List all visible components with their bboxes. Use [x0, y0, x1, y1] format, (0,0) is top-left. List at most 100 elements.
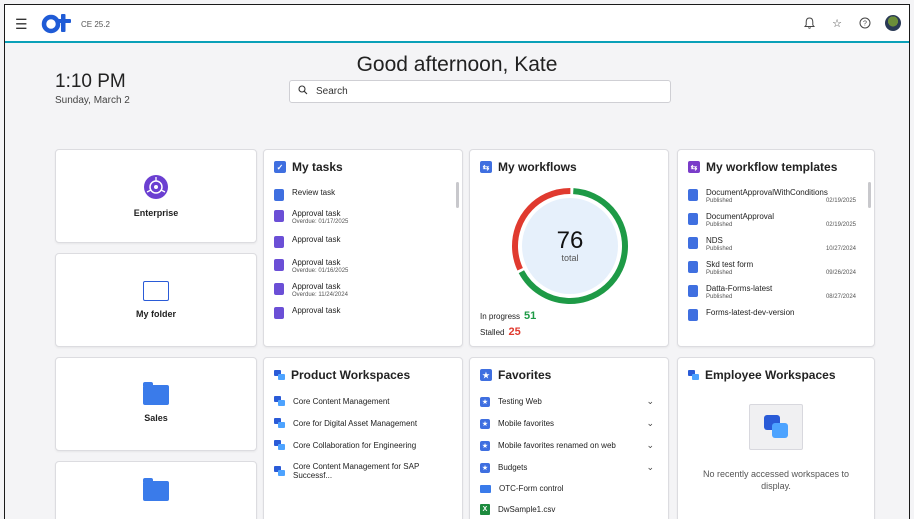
my-folder-tile[interactable]: My folder	[55, 253, 257, 347]
task-item[interactable]: Approval task	[274, 306, 448, 319]
template-name: DocumentApproval	[706, 212, 775, 221]
sales-tile[interactable]: Sales	[55, 357, 257, 451]
scrollbar[interactable]	[456, 182, 459, 208]
workflow-template-icon	[688, 213, 698, 225]
task-item[interactable]: Approval task Overdue: 01/17/2025	[274, 209, 448, 225]
folder-tile[interactable]	[55, 461, 257, 519]
task-item[interactable]: Approval task Overdue: 01/16/2025	[274, 258, 448, 274]
scrollbar[interactable]	[868, 182, 871, 208]
task-item[interactable]: Approval task	[274, 235, 448, 248]
task-name: Approval task	[292, 209, 341, 218]
top-icons: ☆ ?	[801, 15, 901, 31]
search-box[interactable]	[289, 80, 671, 103]
my-tasks-card: ✓ My tasks Review task Approval task Over…	[263, 149, 463, 347]
chevron-down-icon[interactable]: ⌄	[646, 418, 654, 429]
workflow-template-icon	[688, 189, 698, 201]
template-name: DocumentApprovalWithConditions	[706, 188, 828, 197]
enterprise-tile[interactable]: Enterprise	[55, 149, 257, 243]
task-due: Overdue: 11/24/2024	[292, 292, 348, 298]
folder-icon	[143, 478, 169, 501]
template-item[interactable]: Datta-Forms-latest Published 08/27/2024	[688, 284, 860, 300]
workspace-name: Core Collaboration for Engineering	[293, 440, 417, 450]
task-icon	[274, 210, 284, 222]
template-item[interactable]: Forms-latest-dev-version	[688, 308, 860, 321]
my-workflows-title-text: My workflows	[498, 160, 577, 174]
folder-icon	[480, 484, 491, 493]
employee-workspaces-title: Employee Workspaces	[688, 368, 836, 382]
workspace-name: Core Content Management for SAP Successf…	[293, 462, 420, 480]
task-icon	[274, 283, 284, 295]
task-name: Review task	[292, 188, 336, 197]
favorite-item[interactable]: ★ Budgets ⌄	[480, 462, 654, 473]
employee-workspaces-title-text: Employee Workspaces	[705, 368, 836, 382]
sales-label: Sales	[144, 413, 168, 423]
task-item[interactable]: Review task	[274, 188, 448, 201]
task-icon	[274, 259, 284, 271]
opentext-logo[interactable]	[41, 11, 75, 35]
favorite-name: DwSample1.csv	[498, 505, 556, 514]
template-name: Skd test form	[706, 260, 754, 269]
favorite-item[interactable]: ★ Mobile favorites ⌄	[480, 418, 654, 429]
my-workflows-card: ⇆ My workflows 76 total In progress 51 S…	[469, 149, 669, 347]
enterprise-label: Enterprise	[133, 208, 179, 218]
folder-icon	[143, 382, 169, 405]
favorite-item[interactable]: X DwSample1.csv	[480, 504, 654, 515]
favorite-item[interactable]: ★ Mobile favorites renamed on web ⌄	[480, 440, 654, 451]
favorites-title: ★ Favorites	[480, 368, 551, 382]
donut-center: 76 total	[510, 186, 630, 306]
template-item[interactable]: Skd test form Published 09/26/2024	[688, 260, 860, 276]
workflow-templates-card: ⇆ My workflow templates DocumentApproval…	[677, 149, 875, 347]
help-icon[interactable]: ?	[857, 15, 873, 31]
favorites-card: ★ Favorites ★ Testing Web ⌄ ★ Mobile favor…	[469, 357, 669, 519]
empty-state: No recently accessed workspaces to displ…	[678, 404, 874, 492]
my-workflows-title: ⇆ My workflows	[480, 160, 577, 174]
template-item[interactable]: NDS Published 10/27/2024	[688, 236, 860, 252]
template-item[interactable]: DocumentApproval Published 02/19/2025	[688, 212, 860, 228]
template-status: Published	[706, 198, 733, 204]
task-item[interactable]: Approval task Overdue: 11/24/2024	[274, 282, 448, 298]
in-progress-label: In progress	[480, 312, 521, 321]
bell-icon[interactable]	[801, 15, 817, 31]
menu-icon[interactable]: ☰	[15, 17, 28, 31]
template-date: 02/19/2025	[825, 198, 856, 204]
tasks-icon: ✓	[274, 161, 286, 173]
my-tasks-title: ✓ My tasks	[274, 160, 343, 174]
workspace-icon	[688, 370, 699, 380]
task-due: Overdue: 01/17/2025	[292, 219, 349, 225]
chevron-down-icon[interactable]: ⌄	[646, 440, 654, 451]
workspace-icon	[274, 440, 285, 450]
avatar[interactable]	[885, 15, 901, 31]
workflow-donut-chart[interactable]: 76 total	[510, 186, 630, 306]
stalled-stat[interactable]: Stalled 25	[480, 326, 521, 338]
favorite-name: OTC-Form control	[499, 484, 564, 493]
app-window: ☰ CE 25.2 ☆ ? Good afternoon, Kate 1:10 …	[4, 4, 910, 519]
in-progress-value: 51	[524, 310, 537, 322]
workspace-item[interactable]: Core Content Management	[274, 396, 448, 406]
workflow-template-icon	[688, 261, 698, 273]
star-folder-icon: ★	[480, 396, 490, 407]
search-input[interactable]	[316, 86, 646, 97]
in-progress-stat[interactable]: In progress 51	[480, 310, 536, 322]
favorite-item[interactable]: OTC-Form control	[480, 484, 654, 493]
favorites-title-text: Favorites	[498, 368, 552, 382]
star-icon[interactable]: ☆	[829, 15, 845, 31]
product-workspace-list: Core Content Management Core for Digital…	[274, 396, 448, 492]
favorite-item[interactable]: ★ Testing Web ⌄	[480, 396, 654, 407]
star-folder-icon: ★	[480, 462, 490, 473]
workflow-total: 76	[556, 227, 584, 254]
task-icon	[274, 189, 284, 201]
template-status: Published	[706, 294, 733, 300]
search-icon	[298, 85, 308, 98]
task-list: Review task Approval task Overdue: 01/17/…	[274, 188, 448, 327]
workspace-item[interactable]: Core Collaboration for Engineering	[274, 440, 448, 450]
workspace-item[interactable]: Core for Digital Asset Management	[274, 418, 448, 428]
template-status: Published	[706, 270, 733, 276]
chevron-down-icon[interactable]: ⌄	[646, 462, 654, 473]
favorite-name: Budgets	[498, 463, 528, 472]
template-date: 02/19/2025	[825, 222, 856, 228]
my-folder-label: My folder	[135, 309, 176, 319]
template-item[interactable]: DocumentApprovalWithConditions Published…	[688, 188, 860, 204]
workspace-item[interactable]: Core Content Management for SAP Successf…	[274, 462, 448, 480]
version-label: CE 25.2	[81, 20, 110, 29]
chevron-down-icon[interactable]: ⌄	[646, 396, 654, 407]
